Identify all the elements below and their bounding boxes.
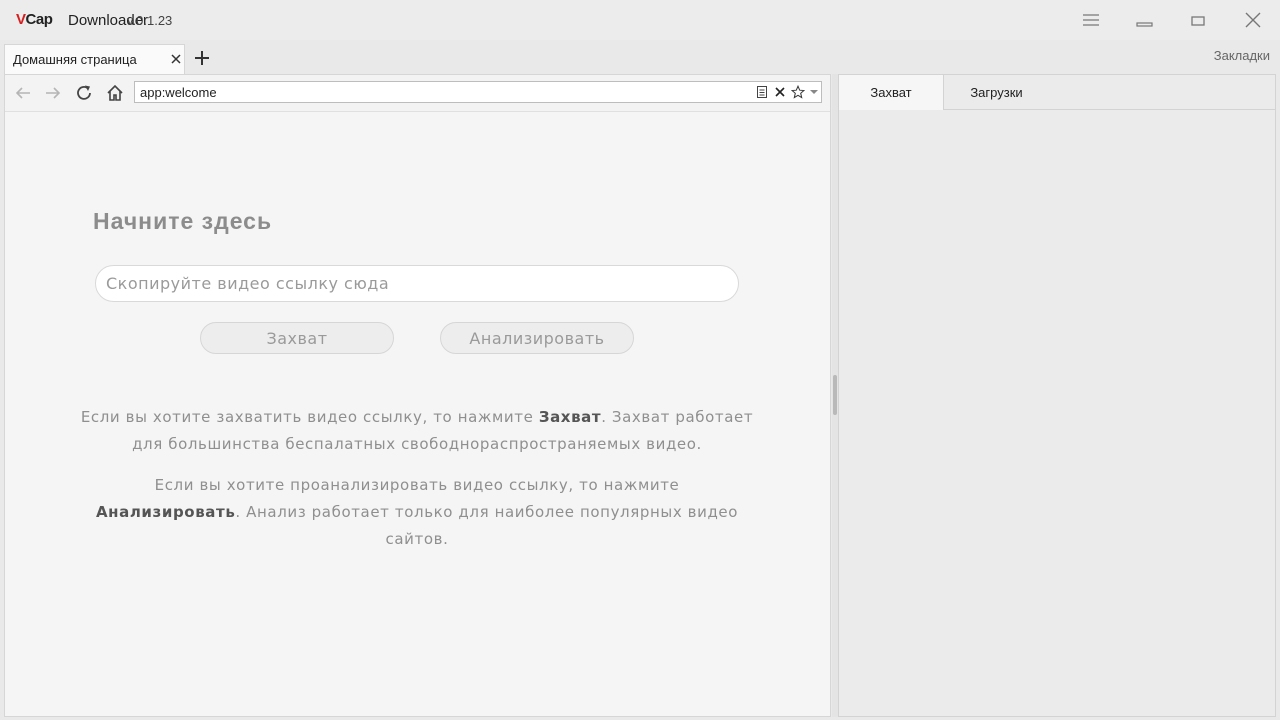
app-version: v.0.1.23 bbox=[127, 13, 173, 28]
tab-label: Домашняя страница bbox=[13, 52, 137, 67]
bookmarks-link[interactable]: Закладки bbox=[1214, 48, 1270, 63]
home-button[interactable] bbox=[105, 83, 125, 103]
menu-button[interactable] bbox=[1068, 0, 1114, 40]
minimize-button[interactable] bbox=[1122, 0, 1168, 40]
close-window-button[interactable] bbox=[1230, 0, 1276, 40]
address-bar[interactable]: app:welcome bbox=[134, 81, 822, 103]
address-text[interactable]: app:welcome bbox=[140, 85, 217, 100]
close-tab-icon bbox=[171, 54, 181, 64]
reader-icon bbox=[757, 86, 767, 98]
menu-icon bbox=[1083, 14, 1099, 26]
reload-button[interactable] bbox=[74, 83, 94, 103]
browser-pane bbox=[4, 74, 831, 717]
app-logo: VCap bbox=[16, 11, 53, 28]
video-url-input[interactable] bbox=[95, 265, 739, 302]
plus-icon bbox=[195, 51, 209, 65]
address-dropdown-button[interactable] bbox=[808, 85, 822, 99]
clear-address-button[interactable] bbox=[773, 85, 787, 99]
bookmark-star-button[interactable] bbox=[791, 85, 805, 99]
reader-button[interactable] bbox=[755, 85, 769, 99]
analyze-button[interactable]: Анализировать bbox=[440, 322, 634, 354]
back-icon bbox=[15, 87, 30, 99]
right-panel bbox=[838, 74, 1276, 717]
new-tab-button[interactable] bbox=[192, 48, 212, 68]
reload-icon bbox=[77, 85, 91, 100]
capture-info-text: Если вы хотите захватить видео ссылку, т… bbox=[80, 408, 754, 453]
tab-close-button[interactable] bbox=[168, 51, 184, 67]
welcome-title: Начните здесь bbox=[93, 208, 273, 234]
home-icon bbox=[107, 84, 123, 101]
dropdown-icon bbox=[810, 90, 818, 94]
minimize-icon bbox=[1136, 22, 1153, 27]
maximize-button[interactable] bbox=[1176, 0, 1222, 40]
star-icon bbox=[791, 85, 805, 99]
forward-icon bbox=[46, 87, 61, 99]
analyze-info-text: Если вы хотите проанализировать видео сс… bbox=[95, 476, 739, 548]
tab-home[interactable]: Домашняя страница bbox=[4, 44, 185, 74]
capture-keyword: Захват bbox=[538, 408, 602, 426]
back-button[interactable] bbox=[13, 83, 33, 103]
analyze-keyword: Анализировать bbox=[95, 503, 236, 521]
splitter-handle[interactable] bbox=[833, 375, 837, 415]
clear-icon bbox=[775, 87, 785, 97]
tab-capture[interactable]: Захват bbox=[839, 75, 944, 110]
maximize-icon bbox=[1191, 16, 1205, 26]
tab-downloads[interactable]: Загрузки bbox=[944, 75, 1049, 109]
capture-button[interactable]: Захват bbox=[200, 322, 394, 354]
forward-button[interactable] bbox=[43, 83, 63, 103]
close-icon bbox=[1245, 12, 1261, 28]
